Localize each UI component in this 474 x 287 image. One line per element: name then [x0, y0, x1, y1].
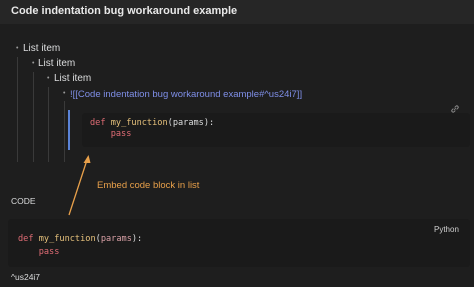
- code-keyword: def: [18, 234, 34, 244]
- code-keyword: pass: [38, 247, 60, 257]
- code-section-label: CODE: [11, 196, 36, 206]
- code-line: pass: [18, 247, 60, 257]
- code-param: params: [100, 234, 132, 244]
- code-paren: ):: [131, 234, 143, 244]
- block-id: ^us24i7: [11, 272, 41, 282]
- annotation-label: Embed code block in list: [97, 180, 200, 191]
- code-line: def my_function(params):: [18, 234, 142, 244]
- code-function: my_function: [38, 234, 96, 244]
- language-badge: Python: [434, 225, 459, 234]
- code-block[interactable]: def my_function(params): pass: [8, 219, 470, 267]
